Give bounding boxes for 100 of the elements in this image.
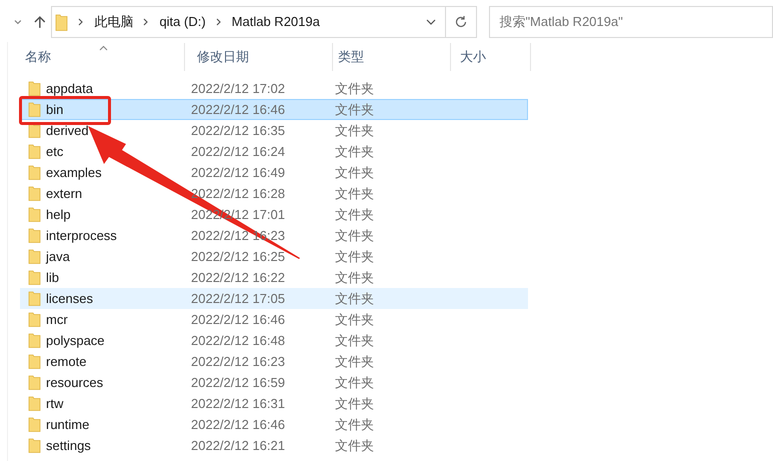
modified-date: 2022/2/12 16:28 bbox=[191, 184, 286, 203]
file-name: mcr bbox=[46, 310, 69, 329]
folder-icon bbox=[28, 291, 41, 306]
file-name: rtw bbox=[46, 394, 64, 413]
file-type: 文件夹 bbox=[335, 164, 374, 182]
folder-icon bbox=[28, 417, 41, 432]
file-type: 文件夹 bbox=[335, 142, 374, 161]
column-header[interactable]: 修改日期 bbox=[197, 47, 249, 67]
file-type: 文件夹 bbox=[335, 248, 374, 266]
modified-date: 2022/2/12 16:46 bbox=[191, 416, 286, 434]
file-name: remote bbox=[46, 352, 88, 371]
folder-icon bbox=[28, 438, 41, 453]
file-row[interactable]: examples 2022/2/12 16:49 文件夹 bbox=[20, 162, 528, 183]
file-type: 文件夹 bbox=[335, 332, 374, 350]
file-type: 文件夹 bbox=[335, 122, 374, 140]
file-type: 文件夹 bbox=[335, 268, 374, 287]
modified-date: 2022/2/12 16:35 bbox=[191, 122, 286, 140]
file-name: extern bbox=[46, 184, 84, 203]
file-row[interactable]: java 2022/2/12 16:25 文件夹 bbox=[20, 246, 528, 267]
file-row[interactable]: polyspace 2022/2/12 16:48 文件夹 bbox=[20, 330, 528, 351]
modified-date: 2022/2/12 17:02 bbox=[191, 80, 286, 98]
file-name: etc bbox=[46, 142, 64, 161]
chevron-right-icon bbox=[214, 17, 223, 27]
file-name: settings bbox=[46, 436, 92, 455]
folder-icon bbox=[28, 186, 41, 201]
modified-date: 2022/2/12 16:59 bbox=[191, 374, 286, 392]
file-name: appdata bbox=[46, 80, 94, 98]
file-type: 文件夹 bbox=[335, 80, 374, 98]
modified-date: 2022/2/12 16:46 bbox=[191, 100, 286, 119]
file-type: 文件夹 bbox=[335, 206, 374, 224]
modified-date: 2022/2/12 17:05 bbox=[191, 290, 286, 308]
folder-icon bbox=[28, 354, 41, 369]
folder-icon bbox=[28, 207, 41, 222]
file-type: 文件夹 bbox=[335, 184, 374, 203]
file-name: bin bbox=[46, 100, 64, 119]
chevron-right-icon bbox=[77, 17, 86, 27]
file-name: resources bbox=[46, 374, 104, 392]
folder-icon bbox=[28, 123, 41, 138]
file-name: interprocess bbox=[46, 226, 118, 245]
folder-icon bbox=[28, 228, 41, 243]
file-name: derived bbox=[46, 122, 90, 140]
folder-icon bbox=[28, 396, 41, 411]
folder-icon bbox=[28, 312, 41, 327]
file-name: lib bbox=[46, 268, 60, 287]
column-header[interactable]: 大小 bbox=[460, 47, 486, 67]
file-row[interactable]: derived 2022/2/12 16:35 文件夹 bbox=[20, 120, 528, 141]
modified-date: 2022/2/12 16:49 bbox=[191, 164, 286, 182]
file-row[interactable]: bin 2022/2/12 16:46 文件夹 bbox=[20, 99, 528, 120]
folder-icon bbox=[28, 102, 41, 117]
modified-date: 2022/2/12 16:21 bbox=[191, 436, 286, 455]
file-name: examples bbox=[46, 164, 103, 182]
chevron-down-icon[interactable] bbox=[425, 17, 438, 27]
file-row[interactable]: appdata 2022/2/12 17:02 文件夹 bbox=[20, 78, 528, 99]
modified-date: 2022/2/12 16:48 bbox=[191, 332, 286, 350]
file-row[interactable]: licenses 2022/2/12 17:05 文件夹 bbox=[20, 288, 528, 309]
file-row[interactable]: etc 2022/2/12 16:24 文件夹 bbox=[20, 141, 528, 162]
modified-date: 2022/2/12 16:24 bbox=[191, 142, 286, 161]
file-row[interactable]: resources 2022/2/12 16:59 文件夹 bbox=[20, 372, 528, 393]
modified-date: 2022/2/12 16:25 bbox=[191, 248, 286, 266]
refresh-icon bbox=[454, 15, 468, 29]
breadcrumb[interactable]: 此电脑 bbox=[94, 12, 134, 32]
folder-icon bbox=[28, 81, 41, 96]
file-type: 文件夹 bbox=[335, 436, 374, 455]
file-name: help bbox=[46, 206, 72, 224]
folder-icon bbox=[28, 375, 41, 390]
file-type: 文件夹 bbox=[335, 310, 374, 329]
folder-icon bbox=[28, 270, 41, 285]
column-header[interactable]: 类型 bbox=[338, 47, 364, 67]
folder-icon bbox=[55, 14, 68, 30]
file-type: 文件夹 bbox=[335, 290, 374, 308]
sort-caret-icon bbox=[99, 45, 108, 51]
breadcrumb[interactable]: qita (D:) bbox=[159, 12, 206, 32]
column-header[interactable]: 名称 bbox=[25, 47, 51, 67]
file-row[interactable]: settings 2022/2/12 16:21 文件夹 bbox=[20, 435, 528, 456]
file-row[interactable]: remote 2022/2/12 16:23 文件夹 bbox=[20, 351, 528, 372]
chevron-right-icon bbox=[142, 17, 150, 27]
file-type: 文件夹 bbox=[335, 394, 374, 413]
file-type: 文件夹 bbox=[335, 100, 374, 119]
file-type: 文件夹 bbox=[335, 416, 374, 434]
file-type: 文件夹 bbox=[335, 352, 374, 371]
folder-icon bbox=[28, 249, 41, 264]
file-name: java bbox=[46, 248, 71, 266]
file-name: runtime bbox=[46, 416, 90, 434]
file-row[interactable]: mcr 2022/2/12 16:46 文件夹 bbox=[20, 309, 528, 330]
modified-date: 2022/2/12 16:23 bbox=[191, 352, 286, 371]
up-arrow-icon[interactable] bbox=[32, 15, 46, 29]
address-bar[interactable]: 此电脑 qita (D:) Matlab R2019a bbox=[51, 6, 446, 38]
file-row[interactable]: extern 2022/2/12 16:28 文件夹 bbox=[20, 183, 528, 204]
file-row[interactable]: rtw 2022/2/12 16:31 文件夹 bbox=[20, 393, 528, 414]
folder-icon bbox=[28, 333, 41, 348]
breadcrumb[interactable]: Matlab R2019a bbox=[232, 12, 320, 32]
file-type: 文件夹 bbox=[335, 226, 374, 245]
file-name: polyspace bbox=[46, 332, 106, 350]
file-name: licenses bbox=[46, 290, 94, 308]
chevron-down-icon[interactable] bbox=[13, 17, 23, 27]
modified-date: 2022/2/12 16:22 bbox=[191, 268, 286, 287]
refresh-button[interactable] bbox=[446, 6, 478, 38]
search-field[interactable]: 搜索"Matlab R2019a" bbox=[489, 6, 773, 38]
file-row[interactable]: runtime 2022/2/12 16:46 文件夹 bbox=[20, 414, 528, 435]
file-row[interactable]: lib 2022/2/12 16:22 文件夹 bbox=[20, 267, 528, 288]
